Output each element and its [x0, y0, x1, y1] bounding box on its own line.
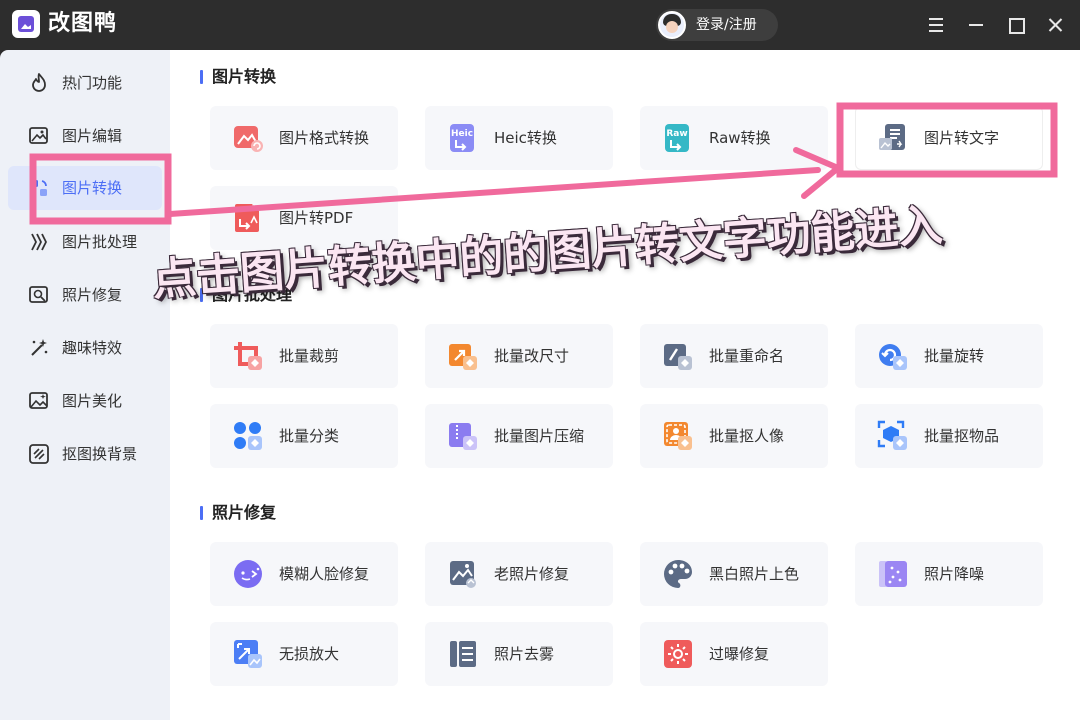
card-label: 批量抠物品 [924, 427, 1000, 445]
card-overexposure-repair[interactable]: 过曝修复 [640, 622, 828, 686]
card-label: 照片去雾 [494, 645, 555, 663]
denoise-icon [879, 561, 907, 587]
cutout-icon [29, 444, 49, 464]
sidebar-item-label: 照片修复 [62, 286, 123, 304]
photo-repair-icon [29, 286, 48, 303]
maximize-icon[interactable] [1003, 12, 1029, 38]
card-label: 批量裁剪 [279, 347, 340, 365]
batch-rotate-icon [879, 344, 907, 370]
pdf-file-icon [235, 204, 259, 232]
minimize-icon[interactable] [963, 12, 989, 38]
layers-icon [31, 233, 47, 251]
upscale-icon [234, 640, 262, 668]
login-button[interactable]: 登录/注册 [656, 9, 778, 41]
card-label: 无损放大 [279, 645, 340, 663]
card-label: 老照片修复 [494, 565, 570, 583]
svg-text:Heic: Heic [451, 129, 473, 139]
batch-object-icon [877, 420, 907, 450]
image-format-icon [234, 126, 263, 152]
face-repair-icon [234, 560, 262, 588]
card-label: 批量重命名 [709, 347, 785, 365]
svg-text:Raw: Raw [666, 129, 687, 139]
card-label: 图片格式转换 [279, 129, 370, 147]
batch-portrait-icon [664, 422, 692, 450]
sidebar-item-beautify[interactable]: 图片美化 [8, 379, 162, 423]
card-label: 批量抠人像 [709, 427, 785, 445]
card-image-to-text[interactable]: 图片转文字 [855, 106, 1043, 170]
sidebar-item-label: 图片转换 [62, 179, 123, 197]
old-photo-icon [450, 561, 476, 588]
card-batch-rename[interactable]: 批量重命名 [640, 324, 828, 388]
card-label: 批量改尺寸 [494, 347, 570, 365]
palette-icon [664, 560, 692, 588]
flame-icon [32, 73, 46, 92]
batch-classify-icon [234, 422, 262, 450]
card-label: 批量旋转 [924, 347, 985, 365]
sidebar-item-label: 图片编辑 [62, 127, 123, 145]
sidebar-item-label: 趣味特效 [62, 339, 123, 357]
main-content: 图片转换 图片格式转换 Heic Heic转换 Raw Raw转换 图片转文字 … [170, 50, 1080, 720]
card-dehaze[interactable]: 照片去雾 [425, 622, 613, 686]
overexposure-icon [664, 640, 692, 668]
card-label: Raw转换 [709, 129, 771, 147]
card-label: 黑白照片上色 [709, 565, 800, 583]
card-upscale[interactable]: 无损放大 [210, 622, 398, 686]
batch-crop-icon [234, 342, 262, 370]
card-colorize[interactable]: 黑白照片上色 [640, 542, 828, 606]
image-edit-icon [29, 127, 48, 144]
login-label: 登录/注册 [696, 17, 757, 33]
avatar-icon [658, 11, 686, 39]
magic-wand-icon [31, 339, 48, 356]
sidebar-item-fun-effects[interactable]: 趣味特效 [8, 326, 162, 370]
image-to-text-icon [879, 124, 905, 150]
section-title-repair: 照片修复 [200, 503, 276, 523]
card-old-photo-repair[interactable]: 老照片修复 [425, 542, 613, 606]
card-batch-portrait[interactable]: 批量抠人像 [640, 404, 828, 468]
sidebar-item-label: 热门功能 [62, 74, 123, 92]
heic-file-icon: Heic [450, 124, 474, 152]
menu-icon[interactable] [923, 12, 949, 38]
sidebar-item-image-convert[interactable]: 图片转换 [8, 166, 162, 210]
card-label: 模糊人脸修复 [279, 565, 370, 583]
card-batch-object[interactable]: 批量抠物品 [855, 404, 1043, 468]
app-logo-icon [12, 10, 40, 38]
card-face-repair[interactable]: 模糊人脸修复 [210, 542, 398, 606]
card-batch-compress[interactable]: 批量图片压缩 [425, 404, 613, 468]
sidebar-item-hot[interactable]: 热门功能 [8, 61, 162, 105]
raw-file-icon: Raw [665, 124, 689, 152]
image-beautify-icon [29, 392, 48, 409]
section-title-convert: 图片转换 [200, 67, 276, 87]
card-denoise[interactable]: 照片降噪 [855, 542, 1043, 606]
card-batch-classify[interactable]: 批量分类 [210, 404, 398, 468]
sidebar-item-photo-repair[interactable]: 照片修复 [8, 273, 162, 317]
card-label: Heic转换 [494, 129, 557, 147]
sidebar-item-image-edit[interactable]: 图片编辑 [8, 114, 162, 158]
sidebar-item-label: 抠图换背景 [62, 445, 138, 463]
batch-compress-icon [449, 423, 477, 450]
dehaze-icon [450, 641, 476, 667]
batch-resize-icon [449, 344, 477, 370]
card-image-format-convert[interactable]: 图片格式转换 [210, 106, 398, 170]
card-label: 过曝修复 [709, 645, 770, 663]
card-batch-rotate[interactable]: 批量旋转 [855, 324, 1043, 388]
app-name: 改图鸭 [48, 11, 118, 36]
title-bar: 改图鸭 登录/注册 [0, 0, 1080, 50]
card-raw-convert[interactable]: Raw Raw转换 [640, 106, 828, 170]
sidebar-item-label: 图片批处理 [62, 233, 138, 251]
batch-rename-icon [664, 344, 692, 370]
close-icon[interactable] [1043, 12, 1069, 38]
sidebar-item-label: 图片美化 [62, 392, 123, 410]
card-label: 批量分类 [279, 427, 340, 445]
card-heic-convert[interactable]: Heic Heic转换 [425, 106, 613, 170]
card-batch-resize[interactable]: 批量改尺寸 [425, 324, 613, 388]
sidebar-item-batch[interactable]: 图片批处理 [8, 220, 162, 264]
image-convert-icon [31, 180, 47, 196]
card-label: 批量图片压缩 [494, 427, 585, 445]
card-label: 图片转文字 [924, 129, 1000, 147]
sidebar: 热门功能 图片编辑 图片转换 图片批处理 照片修复 趣味特效 图片美化 抠图换背… [0, 50, 170, 720]
sidebar-item-cutout[interactable]: 抠图换背景 [8, 432, 162, 476]
card-batch-crop[interactable]: 批量裁剪 [210, 324, 398, 388]
card-label: 照片降噪 [924, 565, 985, 583]
